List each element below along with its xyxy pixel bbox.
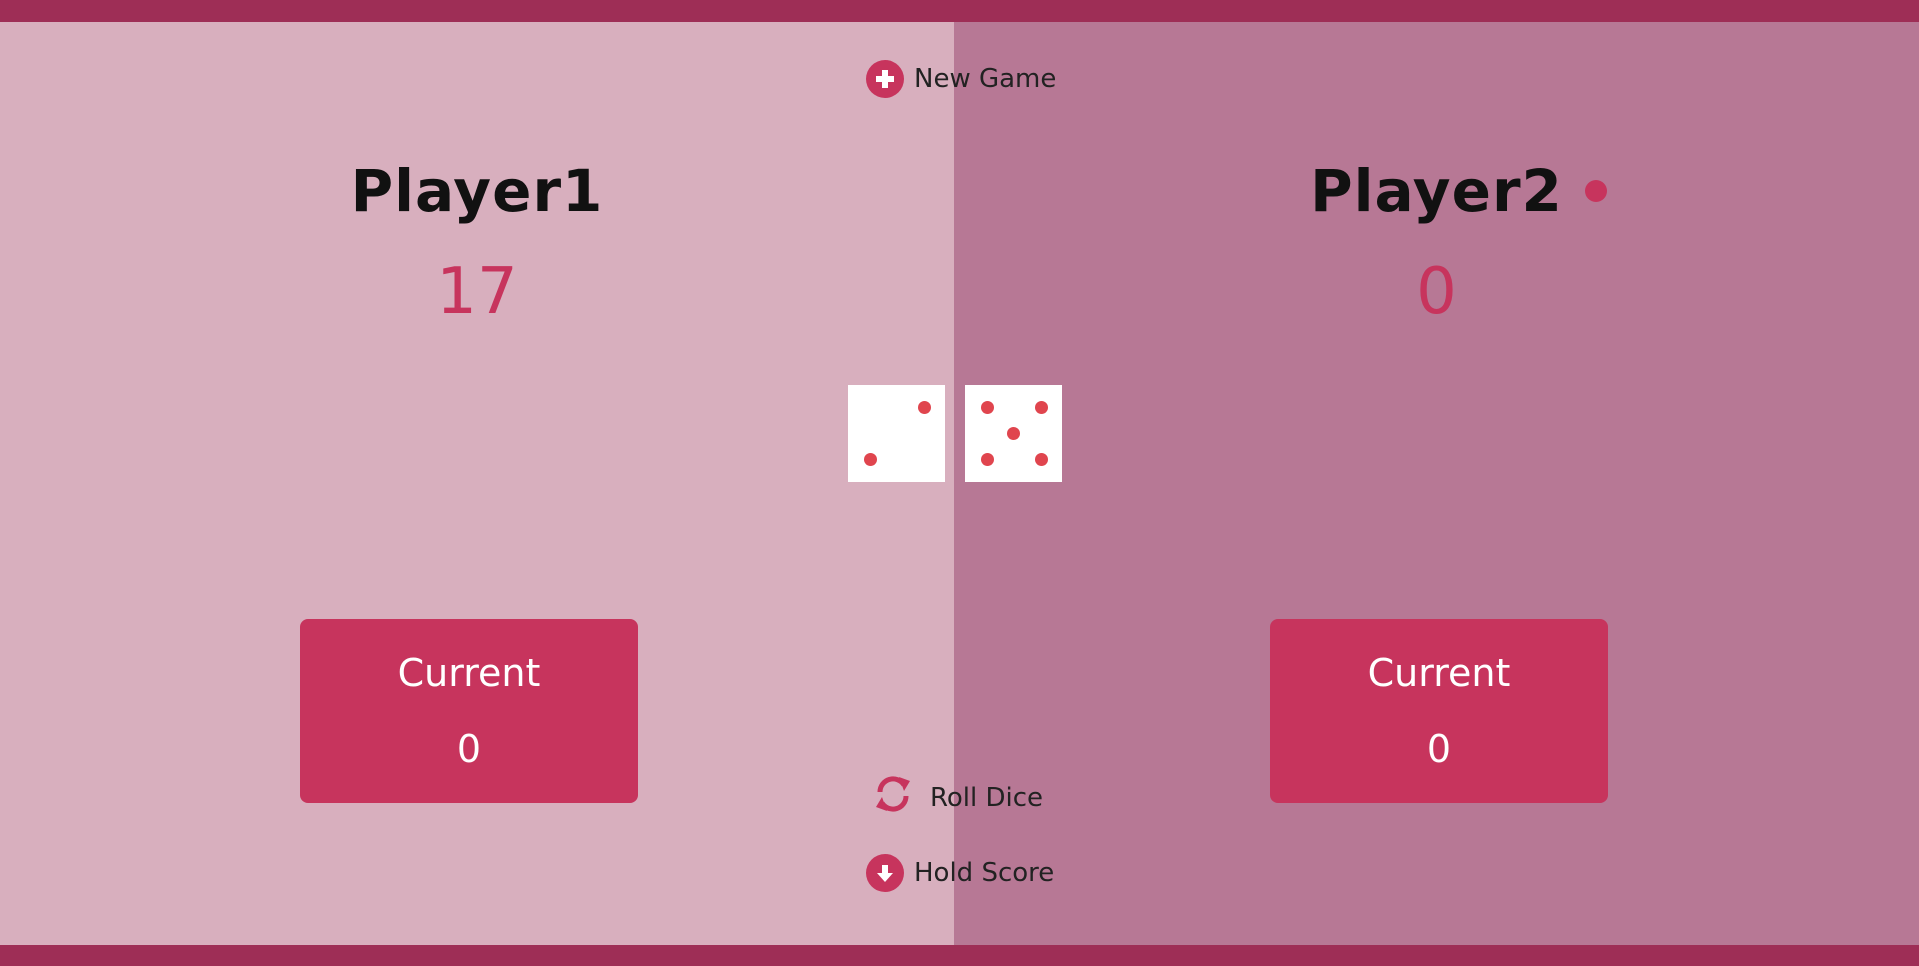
- refresh-icon: [872, 773, 914, 822]
- player-2-current-value: 0: [1426, 727, 1452, 771]
- plus-circle-icon: [866, 60, 904, 98]
- player-1-panel: Player1 17 Current 0: [0, 22, 954, 945]
- die-pip: [864, 453, 877, 466]
- die-1: [848, 385, 945, 482]
- new-game-label: New Game: [914, 64, 1057, 94]
- die-pip: [918, 401, 931, 414]
- hold-score-button[interactable]: Hold Score: [866, 854, 1054, 892]
- player-2-panel: Player2 0 Current 0: [954, 22, 1919, 945]
- die-2: [965, 385, 1062, 482]
- hold-score-label: Hold Score: [914, 858, 1055, 888]
- player-1-current-value: 0: [456, 727, 482, 771]
- die-pip: [1035, 401, 1048, 414]
- player-1-score: 17: [436, 255, 518, 329]
- active-player-dot-icon: [1584, 180, 1607, 202]
- roll-dice-button[interactable]: Roll Dice: [872, 773, 1043, 822]
- die-pip: [981, 401, 994, 414]
- player-1-name: Player1: [350, 157, 604, 225]
- die-pip: [1035, 453, 1048, 466]
- die-pip: [1007, 427, 1020, 440]
- player-2-current-box: Current 0: [1270, 619, 1608, 803]
- player-2-score: 0: [1416, 255, 1457, 329]
- player-1-current-label: Current: [397, 651, 541, 695]
- die-pip: [981, 453, 994, 466]
- player-1-current-box: Current 0: [300, 619, 638, 803]
- roll-dice-label: Roll Dice: [930, 782, 1044, 813]
- player-2-current-label: Current: [1367, 651, 1511, 695]
- new-game-button[interactable]: New Game: [866, 60, 1056, 98]
- player-2-name: Player2: [1310, 157, 1563, 225]
- arrow-down-circle-icon: [866, 854, 904, 892]
